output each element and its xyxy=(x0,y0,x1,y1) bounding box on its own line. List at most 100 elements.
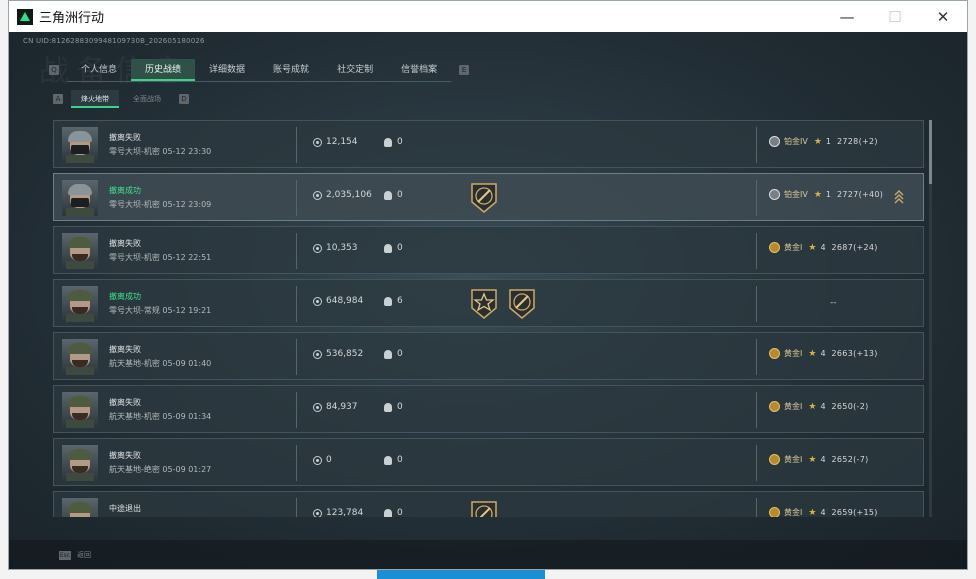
rank-stars: 4 xyxy=(820,508,826,517)
footer-bar: Esc 返回 xyxy=(9,540,967,569)
match-status: 撤离成功 xyxy=(109,186,141,195)
taskbar-item xyxy=(377,569,545,579)
subtab-next-key[interactable]: D xyxy=(179,94,189,104)
subtab-1[interactable]: 全面战场 xyxy=(123,90,171,108)
match-history-list: 撤离失败 零号大坝-机密 05-12 23:30 12,154 0 铂金IV ★ 1 2728… xyxy=(53,120,924,517)
match-kills: 0 xyxy=(384,190,403,200)
medal-star-icon[interactable] xyxy=(469,288,499,320)
rank-tier: 铂金IV xyxy=(784,190,808,199)
tab-2[interactable]: 详细数据 xyxy=(195,59,259,81)
rank-tier: 黄金I xyxy=(784,349,803,358)
avatar-body xyxy=(66,473,94,481)
rank-tier: 黄金I xyxy=(784,402,803,411)
star-icon: ★ xyxy=(813,189,822,200)
avatar-helmet xyxy=(68,502,92,513)
coin-icon xyxy=(313,137,322,147)
avatar-body xyxy=(66,367,94,375)
medal-sword-icon[interactable] xyxy=(507,288,537,320)
tab-4[interactable]: 社交定制 xyxy=(323,59,387,81)
tab-3[interactable]: 账号成就 xyxy=(259,59,323,81)
main-tabs: Q 个人信息 历史战绩 详细数据 账号成就 社交定制 信誉档案 E xyxy=(49,58,470,82)
close-button[interactable]: ✕ xyxy=(919,1,967,32)
match-row[interactable]: 撤离失败 航天基地-机密 05-09 01:40 536,852 0 黄金I ★ 4 2663… xyxy=(53,332,924,380)
match-map-time: 航天基地-机密 05-09 01:40 xyxy=(109,359,212,368)
rank-stars: 4 xyxy=(820,349,826,358)
match-status: 撤离成功 xyxy=(109,292,141,301)
avatar-body xyxy=(66,155,94,163)
tab-next-key[interactable]: E xyxy=(459,65,470,75)
kills-value: 6 xyxy=(397,296,403,306)
avatar-body xyxy=(66,208,94,216)
esc-key[interactable]: Esc xyxy=(59,551,71,560)
avatar-helmet xyxy=(68,184,92,195)
medal-sword-icon[interactable] xyxy=(469,500,499,517)
match-row[interactable]: 撤离失败 零号大坝-机密 05-12 23:30 12,154 0 铂金IV ★ 1 2728… xyxy=(53,120,924,168)
avatar-helmet xyxy=(68,396,92,407)
game-window: 三角洲行动 — ☐ ✕ 战备信息 CN UID:8126288309948109… xyxy=(8,0,968,570)
rank-tier: 黄金I xyxy=(784,455,803,464)
rank-badge-icon xyxy=(769,348,780,359)
coin-icon xyxy=(313,508,322,517)
tab-1[interactable]: 历史战绩 xyxy=(131,58,196,81)
match-row[interactable]: 撤离失败 航天基地-绝密 05-09 01:27 0 0 黄金I ★ 4 2652(-7) xyxy=(53,438,924,486)
back-label[interactable]: 返回 xyxy=(77,550,91,560)
rank-stars: 4 xyxy=(820,402,826,411)
coins-value: 12,154 xyxy=(326,137,358,147)
mode-subtabs: A 烽火地带 全面战场 D xyxy=(53,90,189,108)
subtab-0[interactable]: 烽火地带 xyxy=(71,90,119,108)
rank-badge-icon xyxy=(769,401,780,412)
subtab-prev-key[interactable]: A xyxy=(53,94,63,104)
skull-icon xyxy=(384,508,392,517)
player-avatar xyxy=(62,445,98,481)
match-coins: 648,984 xyxy=(313,296,363,306)
tab-prev-key[interactable]: Q xyxy=(49,65,59,75)
row-divider xyxy=(756,498,757,517)
rank-badge-icon xyxy=(769,507,780,517)
match-row[interactable]: 撤离失败 航天基地-机密 05-09 01:34 84,937 0 黄金I ★ 4 2650(… xyxy=(53,385,924,433)
rank-tier: 黄金I xyxy=(784,243,803,252)
match-status: 撤离失败 xyxy=(109,398,141,407)
match-kills: 0 xyxy=(384,137,403,147)
row-divider xyxy=(296,339,297,375)
row-divider xyxy=(756,233,757,269)
uid-label: CN UID:8126288309948109730B_202605180026 xyxy=(23,37,205,45)
coins-value: 2,035,106 xyxy=(326,190,372,200)
match-row[interactable]: 撤离成功 零号大坝-机密 05-12 23:09 2,035,106 0 铂金IV ★ 1 2… xyxy=(53,173,924,221)
list-scrollbar[interactable] xyxy=(929,120,932,517)
tab-0[interactable]: 个人信息 xyxy=(67,59,131,81)
skull-icon xyxy=(384,455,392,465)
match-coins: 12,154 xyxy=(313,137,358,147)
star-icon: ★ xyxy=(813,136,822,147)
avatar-helmet xyxy=(68,449,92,460)
match-row[interactable]: 撤离成功 零号大坝-常规 05-12 19:21 648,984 6 -- xyxy=(53,279,924,327)
match-coins: 123,784 xyxy=(313,508,363,517)
match-kills: 6 xyxy=(384,296,403,306)
minimize-button[interactable]: — xyxy=(823,1,871,32)
match-coins: 2,035,106 xyxy=(313,190,372,200)
medal-sword-icon[interactable] xyxy=(469,182,499,214)
match-row[interactable]: 中途退出航天基地-机密 05-08 23:40123,7840黄金I★42659… xyxy=(53,491,924,517)
match-coins: 0 xyxy=(313,455,332,465)
match-map-time: 零号大坝-常规 05-12 19:21 xyxy=(109,306,212,315)
medal-list xyxy=(469,182,507,214)
scrollbar-thumb[interactable] xyxy=(929,120,932,184)
star-icon: ★ xyxy=(808,454,817,465)
row-divider xyxy=(296,233,297,269)
coin-icon xyxy=(313,455,322,465)
skull-icon xyxy=(384,296,392,306)
match-status: 撤离失败 xyxy=(109,239,141,248)
rank-stars: 4 xyxy=(820,455,826,464)
kills-value: 0 xyxy=(397,190,403,200)
rank-info: 黄金I ★ 4 2659(+15) xyxy=(769,507,878,517)
player-avatar xyxy=(62,392,98,428)
kills-value: 0 xyxy=(397,402,403,412)
match-status: 中途退出 xyxy=(109,504,141,513)
rank-score: 2727(+40) xyxy=(837,190,884,199)
match-coins: 10,353 xyxy=(313,243,358,253)
rank-score: 2652(-7) xyxy=(831,455,869,464)
tab-5[interactable]: 信誉档案 xyxy=(387,59,451,81)
maximize-button[interactable]: ☐ xyxy=(871,1,919,32)
kills-value: 0 xyxy=(397,455,403,465)
player-avatar xyxy=(62,127,98,163)
match-row[interactable]: 撤离失败 零号大坝-机密 05-12 22:51 10,353 0 黄金I ★ 4 2687(… xyxy=(53,226,924,274)
